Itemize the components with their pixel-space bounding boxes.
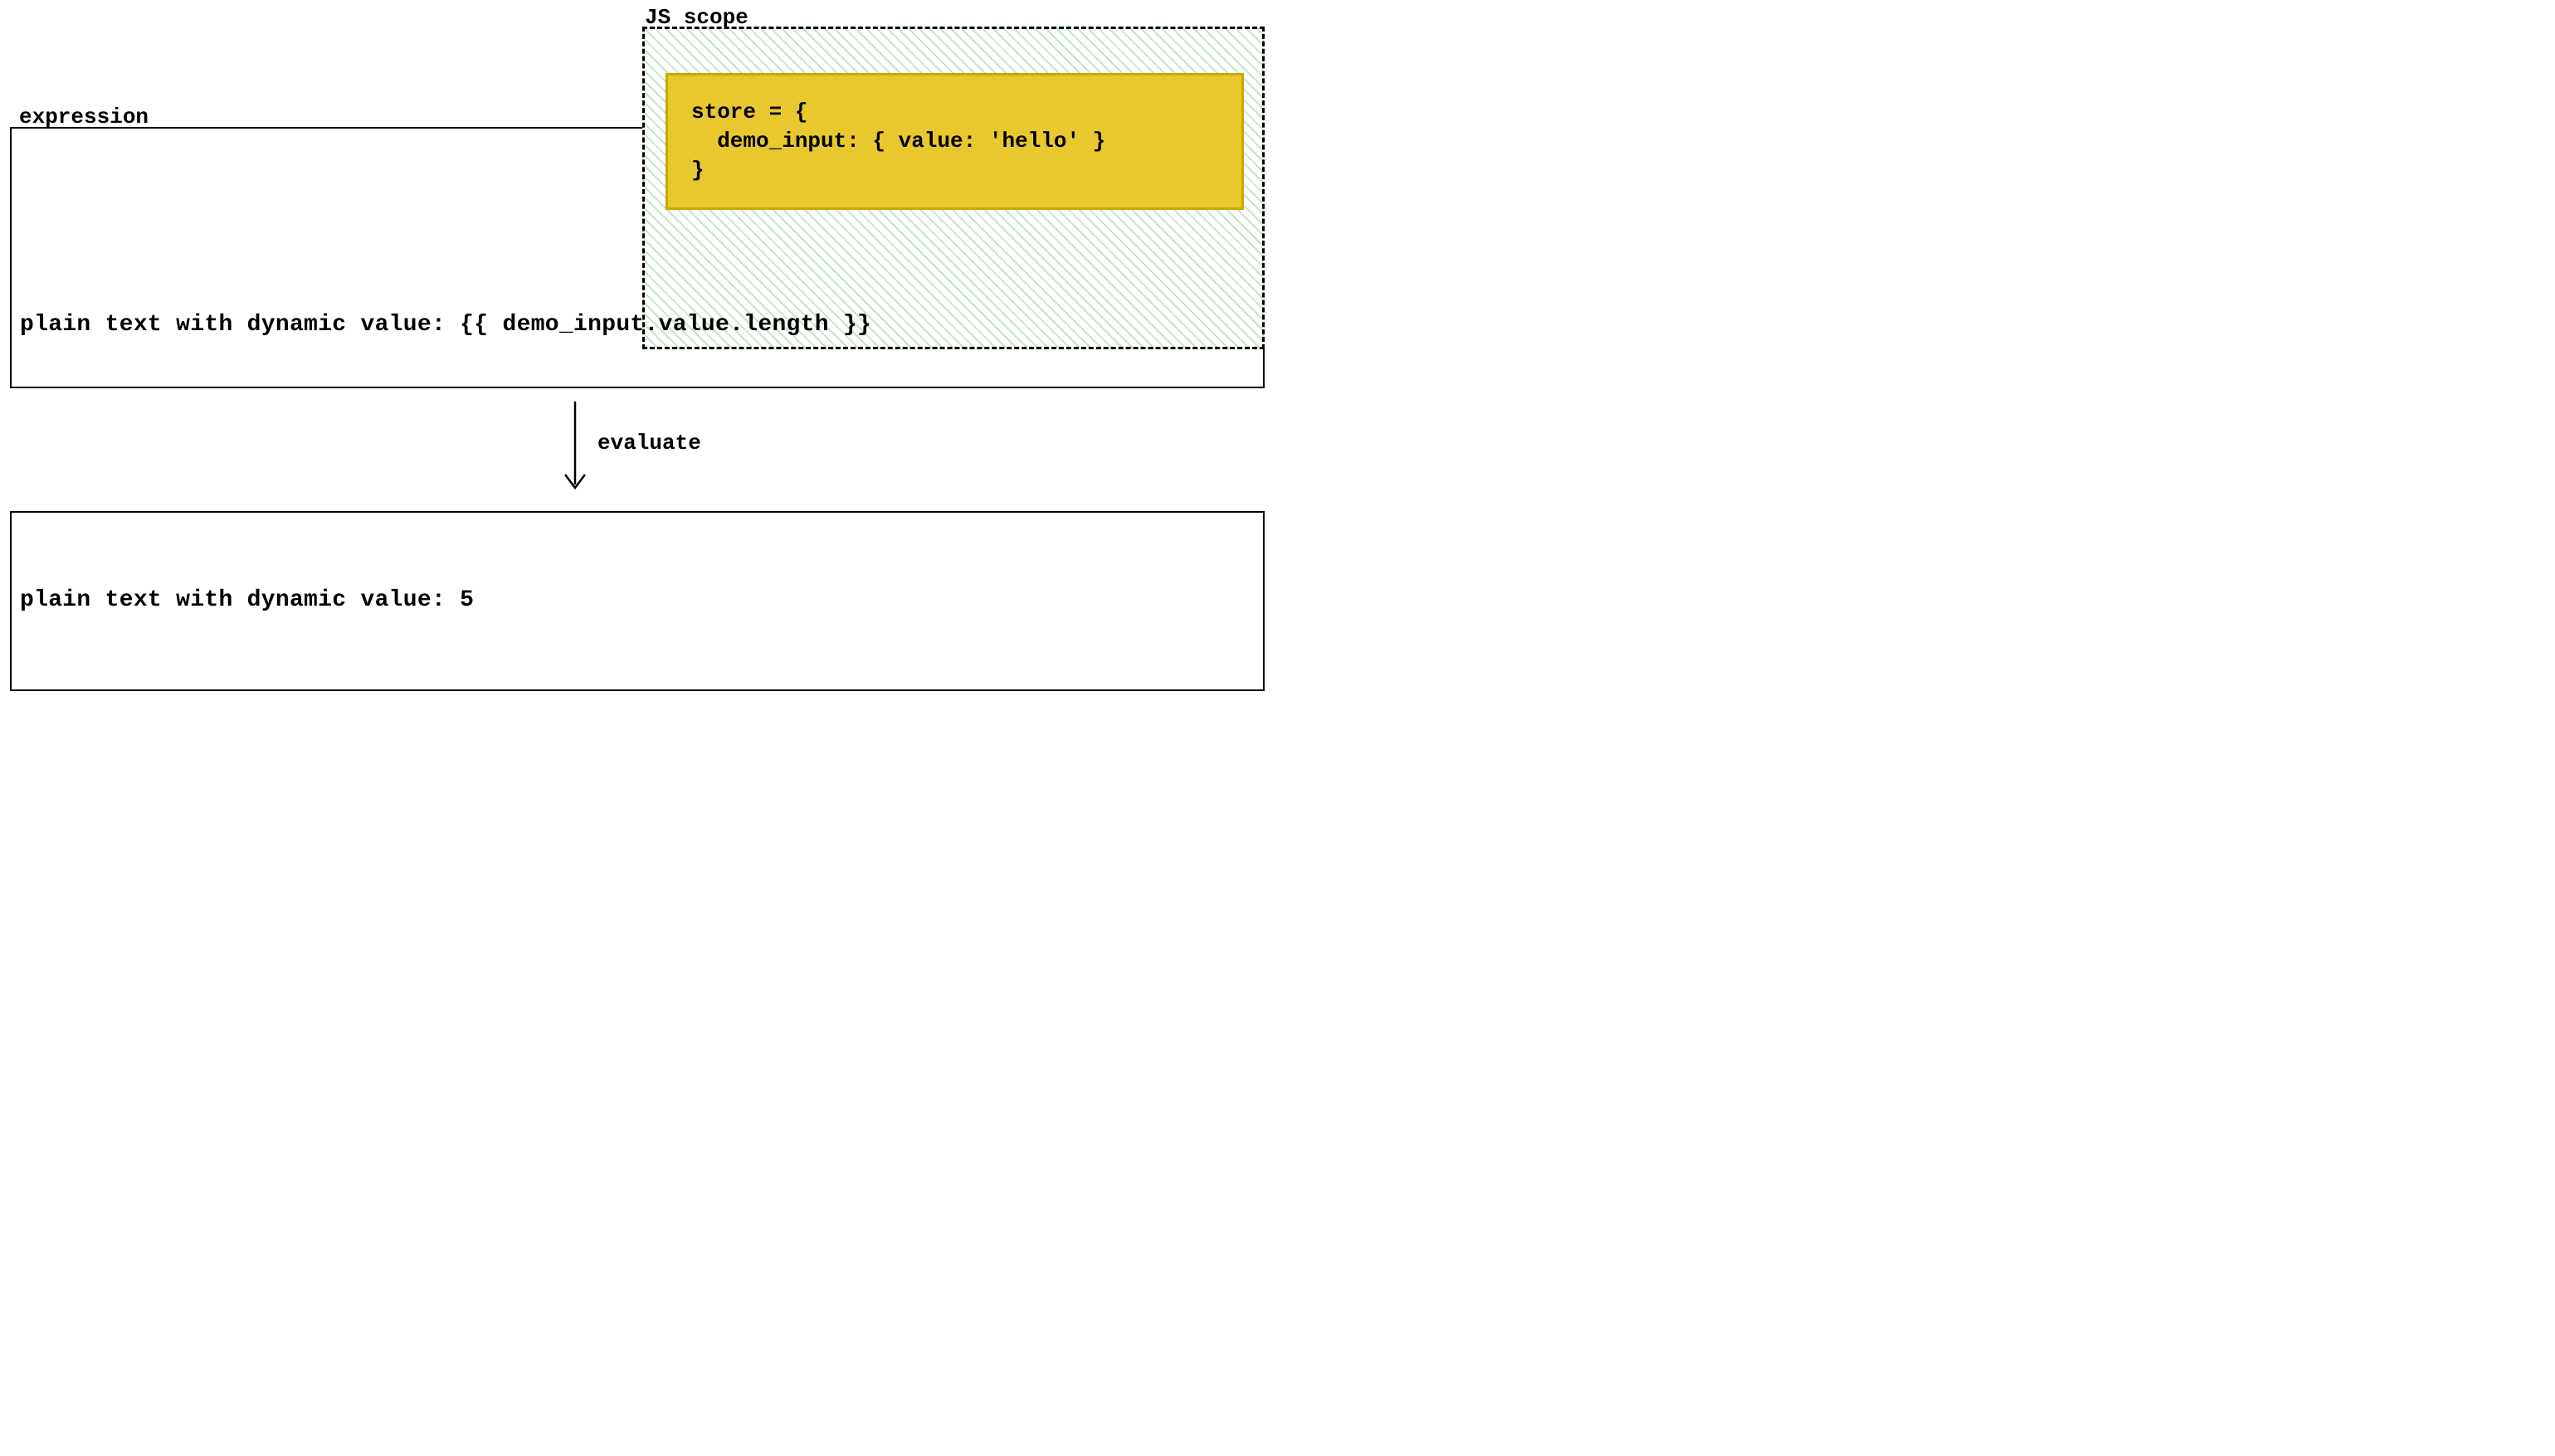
result-text: plain text with dynamic value: 5 xyxy=(20,587,474,613)
reactive-store-box: store = { demo_input: { value: 'hello' }… xyxy=(666,73,1244,210)
arrow-down-icon xyxy=(558,402,592,497)
expression-text: plain text with dynamic value: {{ demo_i… xyxy=(20,312,871,338)
diagram-canvas: JS scope reactive store expression store… xyxy=(0,0,1278,728)
evaluate-label: evaluate xyxy=(597,431,701,455)
expression-label: expression xyxy=(19,105,149,129)
store-code: store = { demo_input: { value: 'hello' }… xyxy=(691,98,1105,185)
